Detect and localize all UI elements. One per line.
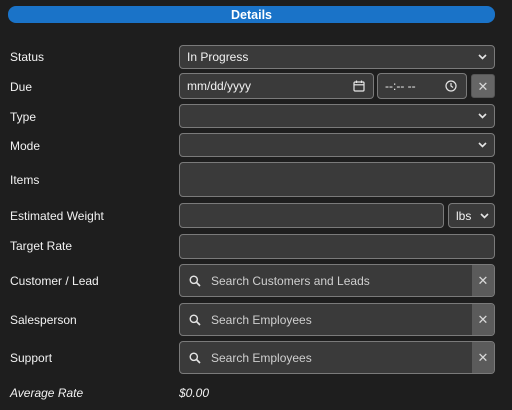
due-label: Due <box>10 80 33 94</box>
estimated-weight-input[interactable] <box>179 203 444 228</box>
support-search[interactable]: Search Employees ✕ <box>179 341 495 374</box>
calendar-icon[interactable] <box>353 80 365 92</box>
support-label: Support <box>10 351 53 365</box>
status-value: In Progress <box>187 50 249 64</box>
chevron-down-icon <box>478 54 487 60</box>
customer-lead-placeholder: Search Customers and Leads <box>211 273 370 288</box>
due-time-placeholder: --:-- -- <box>385 79 416 93</box>
customer-lead-clear-button[interactable]: ✕ <box>472 265 494 296</box>
support-clear-button[interactable]: ✕ <box>472 342 494 373</box>
support-placeholder: Search Employees <box>211 350 312 365</box>
clock-icon[interactable] <box>445 80 457 92</box>
salesperson-clear-button[interactable]: ✕ <box>472 304 494 335</box>
customer-lead-label: Customer / Lead <box>10 274 99 288</box>
close-icon: ✕ <box>477 273 489 288</box>
due-time-input[interactable]: --:-- -- <box>377 73 467 99</box>
status-select[interactable]: In Progress <box>179 45 495 69</box>
status-label: Status <box>10 50 45 64</box>
chevron-down-icon <box>478 113 487 119</box>
items-textarea[interactable] <box>179 162 495 197</box>
target-rate-input[interactable] <box>179 234 495 259</box>
details-header: Details <box>8 6 495 23</box>
salesperson-search[interactable]: Search Employees ✕ <box>179 303 495 336</box>
target-rate-label: Target Rate <box>10 239 73 253</box>
search-icon <box>189 352 201 364</box>
mode-select[interactable] <box>179 133 495 157</box>
weight-unit-value: lbs <box>456 208 472 223</box>
close-icon: ✕ <box>477 350 489 365</box>
type-select[interactable] <box>179 104 495 128</box>
weight-unit-select[interactable]: lbs <box>448 203 495 228</box>
average-rate-label: Average Rate <box>10 386 84 400</box>
average-rate-value: $0.00 <box>179 386 210 400</box>
details-title: Details <box>231 7 272 22</box>
search-icon <box>189 275 201 287</box>
customer-lead-search[interactable]: Search Customers and Leads ✕ <box>179 264 495 297</box>
chevron-down-icon <box>478 142 487 148</box>
due-clear-button[interactable]: ✕ <box>471 74 495 98</box>
due-date-placeholder: mm/dd/yyyy <box>187 79 252 93</box>
type-label: Type <box>10 110 37 124</box>
close-icon: ✕ <box>477 78 489 94</box>
items-label: Items <box>10 173 40 187</box>
salesperson-placeholder: Search Employees <box>211 312 312 327</box>
mode-label: Mode <box>10 139 41 153</box>
chevron-down-icon <box>480 212 489 219</box>
estimated-weight-label: Estimated Weight <box>10 209 104 223</box>
close-icon: ✕ <box>477 312 489 327</box>
search-icon <box>189 314 201 326</box>
salesperson-label: Salesperson <box>10 313 77 327</box>
due-date-input[interactable]: mm/dd/yyyy <box>179 73 374 99</box>
